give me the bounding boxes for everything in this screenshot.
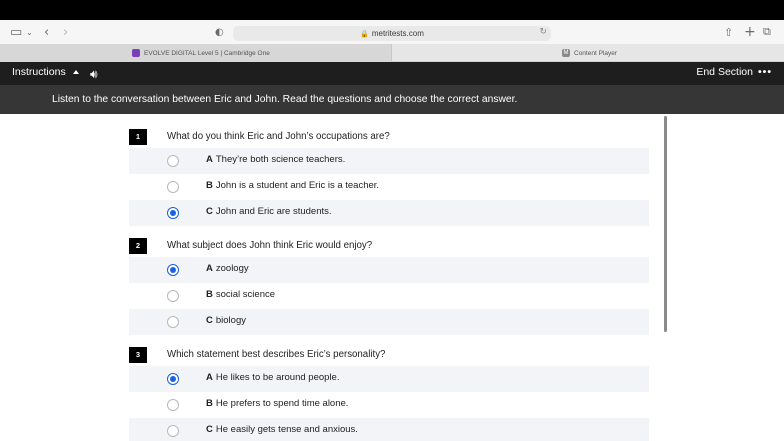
radio-button[interactable] xyxy=(167,399,179,411)
question-text: What do you think Eric and John’s occupa… xyxy=(167,131,390,142)
more-options-icon[interactable]: ••• xyxy=(758,66,772,78)
end-section-label: End Section xyxy=(696,66,753,78)
option-label: B John is a student and Eric is a teacher… xyxy=(206,180,380,191)
instructions-button[interactable]: Instructions xyxy=(12,66,79,78)
radio-button[interactable] xyxy=(167,181,179,193)
option-2a[interactable]: Azoology xyxy=(129,257,649,283)
end-section-button[interactable]: End Section ••• xyxy=(696,66,772,78)
option-2b[interactable]: Bsocial science xyxy=(129,283,649,309)
question-number: 1 xyxy=(129,129,147,145)
forward-icon[interactable]: › xyxy=(63,24,68,40)
question-text: Which statement best describes Eric’s pe… xyxy=(167,349,386,360)
reload-icon[interactable]: ↻ xyxy=(539,27,547,37)
radio-button[interactable] xyxy=(167,290,179,302)
radio-button[interactable] xyxy=(167,316,179,328)
option-label: A He likes to be around people. xyxy=(206,372,340,383)
tab-label: Content Player xyxy=(574,49,617,57)
privacy-shield-icon[interactable]: ◐ xyxy=(215,24,224,40)
radio-button[interactable] xyxy=(167,155,179,167)
option-label: B He prefers to spend time alone. xyxy=(206,398,349,409)
address-bar[interactable]: 🔒 metritests.com ↻ xyxy=(233,26,551,41)
option-label: Bsocial science xyxy=(206,289,276,300)
question-number: 2 xyxy=(129,238,147,254)
instructions-label: Instructions xyxy=(12,66,66,78)
option-1a[interactable]: A They’re both science teachers. xyxy=(129,148,649,174)
option-label: C John and Eric are students. xyxy=(206,206,332,217)
scrollbar-thumb[interactable] xyxy=(664,116,667,332)
tab-label: EVOLVE DIGITAL Level 5 | Cambridge One xyxy=(144,49,270,57)
tab-overview-icon[interactable]: ⧉ xyxy=(763,24,771,40)
lock-icon: 🔒 xyxy=(360,30,369,38)
top-black-strip xyxy=(0,0,784,20)
tab-content-player[interactable]: M Content Player xyxy=(392,44,784,62)
tab-evolve-digital[interactable]: EVOLVE DIGITAL Level 5 | Cambridge One xyxy=(0,44,392,62)
option-3b[interactable]: B He prefers to spend time alone. xyxy=(129,392,649,418)
share-icon[interactable]: ⇧ xyxy=(724,24,733,40)
option-3c[interactable]: C He easily gets tense and anxious. xyxy=(129,418,649,441)
option-label: Cbiology xyxy=(206,315,246,326)
tab-bar: EVOLVE DIGITAL Level 5 | Cambridge One M… xyxy=(0,44,784,62)
radio-button-selected[interactable] xyxy=(167,264,179,276)
option-1c[interactable]: C John and Eric are students. xyxy=(129,200,649,226)
radio-button[interactable] xyxy=(167,425,179,437)
speaker-icon[interactable]: 🔊︎ xyxy=(90,67,98,82)
content-player-favicon-icon: M xyxy=(562,49,570,57)
option-2c[interactable]: Cbiology xyxy=(129,309,649,335)
url-text: metritests.com xyxy=(371,29,424,38)
radio-button-selected[interactable] xyxy=(167,207,179,219)
cambridge-favicon-icon xyxy=(132,49,140,57)
option-3a[interactable]: A He likes to be around people. xyxy=(129,366,649,392)
question-number: 3 xyxy=(129,347,147,363)
new-tab-icon[interactable]: + xyxy=(744,24,756,40)
option-1b[interactable]: B John is a student and Eric is a teacher… xyxy=(129,174,649,200)
radio-button-selected[interactable] xyxy=(167,373,179,385)
option-label: C He easily gets tense and anxious. xyxy=(206,424,358,435)
app-header: Instructions 🔊︎ End Section ••• xyxy=(0,62,784,85)
question-text: What subject does John think Eric would … xyxy=(167,240,373,251)
chevron-down-icon[interactable]: ⌄ xyxy=(26,24,33,40)
caret-up-icon xyxy=(72,70,79,74)
sidebar-toggle-icon[interactable]: ▭ xyxy=(10,24,22,40)
option-label: A They’re both science teachers. xyxy=(206,154,346,165)
back-icon[interactable]: ‹ xyxy=(44,24,49,40)
option-label: Azoology xyxy=(206,263,249,274)
instruction-banner: Listen to the conversation between Eric … xyxy=(0,85,784,114)
